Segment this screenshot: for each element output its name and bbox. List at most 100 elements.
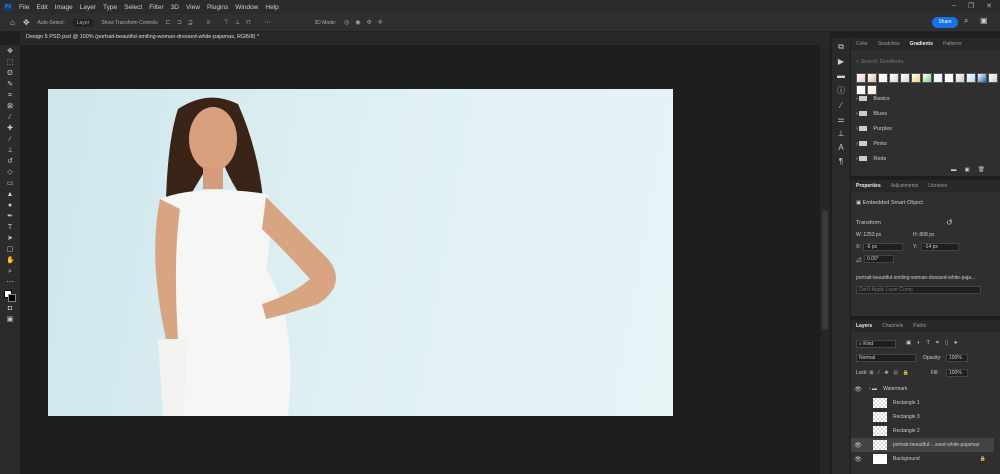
gradient-swatch[interactable]: [955, 73, 965, 83]
brush-tool-icon[interactable]: ∕: [6, 136, 14, 144]
panel-footer-icons[interactable]: ▬▣🗑: [951, 167, 993, 173]
workspace-icon[interactable]: ▣: [980, 16, 988, 25]
layer-select-dropdown[interactable]: Layer: [72, 18, 94, 27]
folder-basics[interactable]: › Basics: [856, 92, 892, 107]
marquee-tool-icon[interactable]: ⬚: [6, 59, 14, 67]
home-icon[interactable]: ⌂: [10, 18, 15, 27]
layer-row[interactable]: Rectangle 3: [851, 410, 994, 424]
gradient-swatch[interactable]: [878, 73, 888, 83]
menu-window[interactable]: Window: [235, 4, 258, 11]
tab-libraries[interactable]: Libraries: [928, 183, 947, 189]
gradient-swatch[interactable]: [977, 73, 987, 83]
gradient-swatch[interactable]: [944, 73, 954, 83]
minimize-icon[interactable]: –: [952, 2, 956, 10]
document-tab[interactable]: Design 5 PSD.psd @ 100% (portrait-beauti…: [26, 34, 259, 40]
x-position-field[interactable]: -6 px: [863, 243, 903, 251]
gradient-swatch[interactable]: [889, 73, 899, 83]
menu-help[interactable]: Help: [265, 4, 278, 11]
type-tool-icon[interactable]: T: [6, 224, 14, 232]
angle-field[interactable]: 0.00°: [864, 255, 894, 263]
layer-row[interactable]: 👁 Background 🔒: [851, 452, 994, 466]
brush-settings-icon[interactable]: ⁄: [840, 101, 841, 110]
fill-field[interactable]: 100%: [946, 369, 968, 377]
shape-tool-icon[interactable]: ▢: [6, 246, 14, 254]
tab-gradients[interactable]: Gradients: [910, 41, 933, 47]
close-icon[interactable]: ✕: [986, 2, 992, 10]
menu-plugins[interactable]: Plugins: [207, 4, 228, 11]
gradient-swatch[interactable]: [911, 73, 921, 83]
hand-tool-icon[interactable]: ✋: [6, 257, 15, 265]
3d-tools-icons[interactable]: ◎◉✣✢: [344, 19, 389, 26]
document-image[interactable]: [48, 89, 673, 416]
layer-row[interactable]: Rectangle 2: [851, 424, 994, 438]
menu-select[interactable]: Select: [124, 4, 142, 11]
move-tool-icon[interactable]: ✥: [23, 18, 30, 27]
history-brush-icon[interactable]: ↺: [6, 158, 14, 166]
menu-image[interactable]: Image: [55, 4, 73, 11]
layer-filter-dropdown[interactable]: ⌕ Kind: [856, 340, 896, 348]
color-swatches-icon[interactable]: [4, 290, 16, 302]
more-tools-icon[interactable]: ⋯: [6, 279, 14, 287]
folder-purples[interactable]: › Purples: [856, 122, 892, 137]
pen-tool-icon[interactable]: ✒: [6, 213, 14, 221]
visibility-eye-icon[interactable]: 👁: [851, 442, 865, 449]
gradient-swatch[interactable]: [867, 73, 877, 83]
gradient-swatch[interactable]: [922, 73, 932, 83]
quick-mask-icon[interactable]: ◘: [6, 305, 14, 313]
blur-tool-icon[interactable]: ▲: [6, 191, 14, 199]
auto-select-checkbox[interactable]: Auto-Select:: [38, 20, 65, 26]
align-icons[interactable]: ⊏⊐⊒ ≡ ⊤⊥⊓ ⋯: [166, 19, 277, 26]
folder-pinks[interactable]: › Pinks: [856, 137, 892, 152]
search-icon[interactable]: ⌕: [964, 16, 968, 26]
move-tool-icon[interactable]: ✥: [6, 48, 14, 56]
screen-mode-icon[interactable]: ▣: [6, 316, 14, 324]
gradient-swatch[interactable]: [856, 73, 866, 83]
gradient-swatch[interactable]: [900, 73, 910, 83]
menu-file[interactable]: File: [19, 4, 29, 11]
blend-mode-dropdown[interactable]: Normal: [856, 354, 916, 362]
menu-filter[interactable]: Filter: [149, 4, 163, 11]
tab-properties[interactable]: Properties: [856, 183, 881, 189]
eyedropper-tool-icon[interactable]: ⁄: [6, 114, 14, 122]
paragraph-panel-icon[interactable]: ¶: [839, 157, 843, 166]
frame-tool-icon[interactable]: ⊠: [6, 103, 14, 111]
visibility-eye-icon[interactable]: 👁: [851, 456, 865, 463]
menu-layer[interactable]: Layer: [80, 4, 96, 11]
layer-row[interactable]: 👁 › ▬ Watermark: [851, 382, 994, 396]
gradient-tool-icon[interactable]: ▭: [6, 180, 14, 188]
tab-adjustments[interactable]: Adjustments: [891, 183, 919, 189]
info-panel-icon[interactable]: ⓘ: [837, 85, 845, 96]
layer-comp-dropdown[interactable]: Don't Apply Layer Comp: [856, 286, 981, 294]
layer-row[interactable]: Rectangle 1: [851, 396, 994, 410]
menu-edit[interactable]: Edit: [36, 4, 47, 11]
lasso-tool-icon[interactable]: ʘ: [6, 70, 14, 78]
eraser-tool-icon[interactable]: ◇: [6, 169, 14, 177]
healing-tool-icon[interactable]: ✚: [6, 125, 14, 133]
opacity-field[interactable]: 100%: [946, 354, 968, 362]
stamp-tool-icon[interactable]: ⊥: [6, 147, 14, 155]
gradient-swatch[interactable]: [988, 73, 998, 83]
gradient-swatch[interactable]: [933, 73, 943, 83]
tab-channels[interactable]: Channels: [882, 323, 903, 329]
reset-transform-icon[interactable]: ↺: [946, 218, 953, 227]
adjustments-icon[interactable]: ⚌: [837, 115, 844, 124]
path-select-icon[interactable]: ➤: [6, 235, 14, 243]
layer-row[interactable]: 👁 portrait-beautiful-...ssed-white-pajama…: [851, 438, 994, 452]
share-button[interactable]: Share: [932, 17, 958, 28]
zoom-tool-icon[interactable]: ⌕: [6, 268, 14, 276]
comments-panel-icon[interactable]: ▬: [837, 71, 845, 80]
gradient-swatch[interactable]: [966, 73, 976, 83]
folder-reds[interactable]: › Reds: [856, 152, 892, 167]
actions-panel-icon[interactable]: ▶: [838, 57, 844, 66]
folder-blues[interactable]: › Blues: [856, 107, 892, 122]
tab-patterns[interactable]: Patterns: [943, 41, 962, 47]
clone-source-icon[interactable]: ⊥: [838, 129, 845, 138]
menu-type[interactable]: Type: [103, 4, 117, 11]
tab-color[interactable]: Color: [856, 41, 868, 47]
menu-3d[interactable]: 3D: [171, 4, 179, 11]
dodge-tool-icon[interactable]: ●: [6, 202, 14, 210]
crop-tool-icon[interactable]: ⌗: [6, 92, 14, 100]
restore-icon[interactable]: ❐: [968, 2, 974, 10]
show-transform-controls-checkbox[interactable]: Show Transform Controls: [101, 20, 157, 26]
tab-swatches[interactable]: Swatches: [878, 41, 900, 47]
